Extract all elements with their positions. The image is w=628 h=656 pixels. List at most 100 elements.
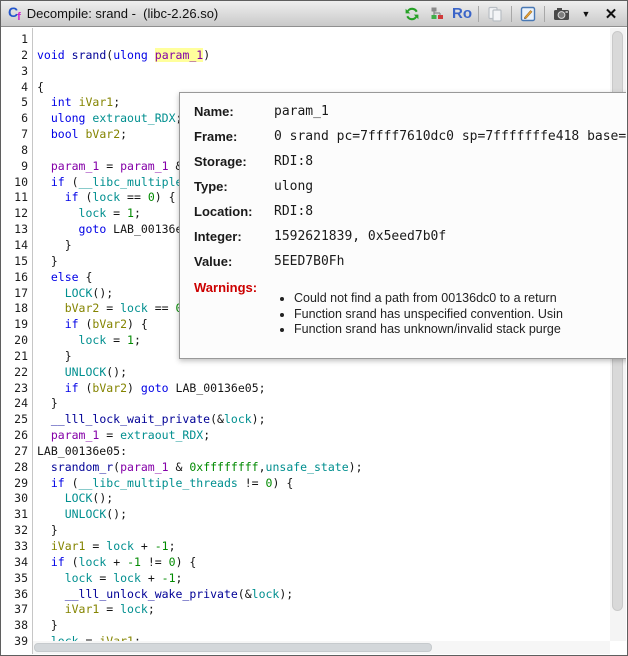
- code-token[interactable]: lock: [79, 206, 107, 220]
- code-token[interactable]: [37, 222, 79, 236]
- code-token[interactable]: lock: [79, 333, 107, 347]
- code-line[interactable]: lock = lock + -1;: [37, 571, 626, 587]
- code-token[interactable]: ;: [148, 602, 155, 616]
- code-line[interactable]: void srand(ulong param_1): [37, 48, 626, 64]
- code-token[interactable]: UNLOCK: [65, 365, 107, 379]
- code-token[interactable]: [37, 159, 51, 173]
- code-token[interactable]: -1: [155, 539, 169, 553]
- code-token[interactable]: [37, 571, 65, 585]
- code-token[interactable]: (: [65, 555, 79, 569]
- code-token[interactable]: =: [92, 571, 113, 585]
- code-token[interactable]: iVar1: [51, 539, 86, 553]
- code-token[interactable]: =: [99, 301, 120, 315]
- code-token[interactable]: 0: [148, 190, 155, 204]
- code-token[interactable]: (: [79, 190, 93, 204]
- code-token[interactable]: int: [51, 95, 72, 109]
- code-token[interactable]: [37, 317, 65, 331]
- code-line[interactable]: }: [37, 523, 626, 539]
- code-token[interactable]: bool: [51, 127, 79, 141]
- code-token[interactable]: {: [37, 80, 44, 94]
- code-token[interactable]: ();: [106, 507, 127, 521]
- code-line[interactable]: if (__libc_multiple_threads != 0) {: [37, 476, 626, 492]
- code-line[interactable]: srandom_r(param_1 & 0xffffffff,unsafe_st…: [37, 460, 626, 476]
- code-token[interactable]: (&: [238, 587, 252, 601]
- code-line[interactable]: __lll_lock_wait_private(&lock);: [37, 412, 626, 428]
- code-token[interactable]: ) {: [155, 190, 176, 204]
- code-token[interactable]: [37, 206, 79, 220]
- code-token[interactable]: __lll_lock_wait_private: [51, 412, 210, 426]
- code-token[interactable]: ulong: [51, 111, 86, 125]
- code-token[interactable]: [37, 365, 65, 379]
- code-token[interactable]: [37, 539, 51, 553]
- code-token[interactable]: ;: [203, 428, 210, 442]
- code-line[interactable]: [37, 64, 626, 80]
- highlighted-token[interactable]: param_1: [155, 48, 203, 62]
- code-line[interactable]: [37, 32, 626, 48]
- code-token[interactable]: }: [37, 618, 58, 632]
- code-token[interactable]: ;: [169, 539, 176, 553]
- code-token[interactable]: [37, 95, 51, 109]
- code-token[interactable]: __libc_multiple_threads: [79, 476, 238, 490]
- code-token[interactable]: ();: [92, 491, 113, 505]
- code-token[interactable]: [37, 333, 79, 347]
- code-token[interactable]: bVar2: [86, 127, 121, 141]
- code-token[interactable]: &: [169, 460, 190, 474]
- code-token[interactable]: (: [65, 476, 79, 490]
- snapshot-icon[interactable]: [552, 5, 570, 23]
- code-token[interactable]: [37, 175, 51, 189]
- code-token[interactable]: LAB_00136e: [106, 222, 182, 236]
- code-token[interactable]: =: [99, 428, 120, 442]
- code-token[interactable]: +: [134, 539, 155, 553]
- code-token[interactable]: }: [37, 396, 58, 410]
- code-token[interactable]: ): [127, 381, 141, 395]
- code-token[interactable]: if: [65, 317, 79, 331]
- code-token[interactable]: {: [79, 270, 93, 284]
- code-token[interactable]: ) {: [127, 317, 148, 331]
- code-token[interactable]: param_1: [120, 159, 168, 173]
- code-token[interactable]: (: [65, 175, 79, 189]
- code-token[interactable]: LOCK: [65, 286, 93, 300]
- code-token[interactable]: lock: [224, 412, 252, 426]
- code-token[interactable]: [37, 555, 51, 569]
- code-token[interactable]: +: [106, 555, 127, 569]
- code-line[interactable]: if (bVar2) goto LAB_00136e05;: [37, 381, 626, 397]
- code-token[interactable]: ;: [134, 333, 141, 347]
- edit-icon[interactable]: [519, 5, 537, 23]
- code-token[interactable]: [37, 476, 51, 490]
- code-token[interactable]: 0: [169, 555, 176, 569]
- code-token[interactable]: ();: [92, 286, 113, 300]
- code-token[interactable]: 1: [127, 333, 134, 347]
- code-token[interactable]: =: [85, 539, 106, 553]
- code-token[interactable]: [72, 95, 79, 109]
- code-token[interactable]: }: [37, 254, 58, 268]
- code-token[interactable]: +: [141, 571, 162, 585]
- code-token[interactable]: goto: [141, 381, 169, 395]
- code-token[interactable]: [37, 381, 65, 395]
- code-token[interactable]: LAB_00136e05:: [37, 444, 127, 458]
- code-token[interactable]: bVar2: [65, 301, 100, 315]
- code-token[interactable]: [37, 127, 51, 141]
- code-token[interactable]: __libc_multiple: [79, 175, 183, 189]
- code-token[interactable]: !=: [141, 555, 169, 569]
- code-token[interactable]: ;: [113, 95, 120, 109]
- code-token[interactable]: ) {: [272, 476, 293, 490]
- code-token[interactable]: ,: [259, 460, 266, 474]
- code-token[interactable]: goto: [79, 222, 107, 236]
- code-token[interactable]: void: [37, 48, 65, 62]
- code-line[interactable]: iVar1 = lock + -1;: [37, 539, 626, 555]
- code-token[interactable]: param_1: [51, 159, 99, 173]
- code-line[interactable]: UNLOCK();: [37, 507, 626, 523]
- code-token[interactable]: ) {: [176, 555, 197, 569]
- code-token[interactable]: srand: [72, 48, 107, 62]
- code-token[interactable]: LOCK: [65, 491, 93, 505]
- horizontal-scrollbar[interactable]: [33, 641, 610, 654]
- code-token[interactable]: [37, 270, 51, 284]
- code-token[interactable]: [148, 48, 155, 62]
- code-token[interactable]: [37, 460, 51, 474]
- code-token[interactable]: =: [106, 333, 127, 347]
- code-token[interactable]: lock: [252, 587, 280, 601]
- code-token[interactable]: =: [106, 206, 127, 220]
- code-token[interactable]: lock: [113, 571, 141, 585]
- code-line[interactable]: }: [37, 396, 626, 412]
- code-line[interactable]: LOCK();: [37, 491, 626, 507]
